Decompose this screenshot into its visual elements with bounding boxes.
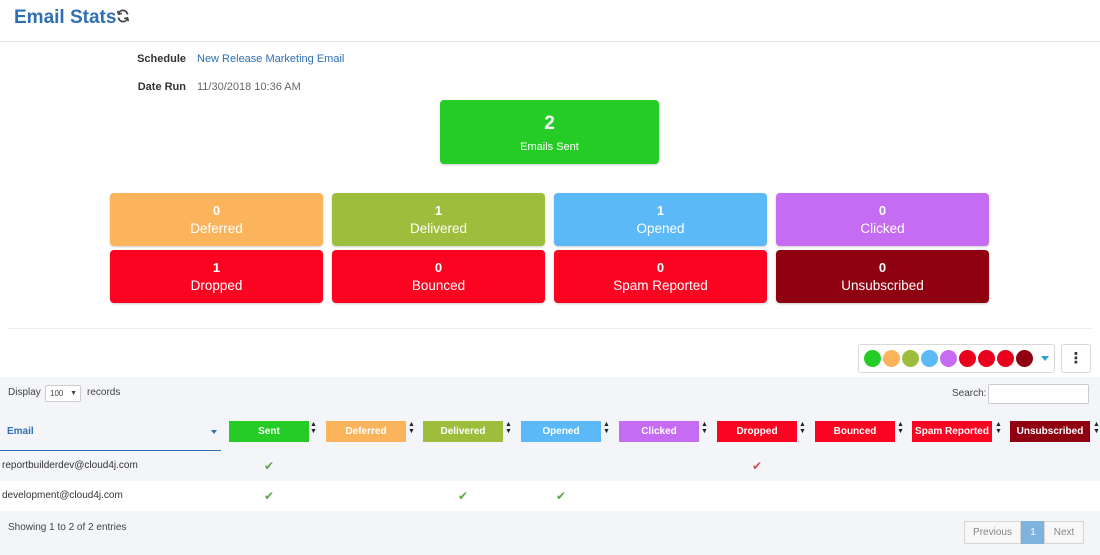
column-header-deferred[interactable]: Deferred: [326, 421, 406, 442]
check-icon: ✔: [555, 489, 567, 503]
column-header-dropped[interactable]: Dropped: [717, 421, 797, 442]
check-icon: ✔: [263, 459, 275, 473]
stat-count: 1: [656, 203, 665, 218]
section-divider: [8, 328, 1092, 329]
sort-icon[interactable]: ▲ ▼: [995, 421, 1002, 435]
emails-sent-count: 2: [544, 113, 555, 134]
stat-card-clicked: 0 Clicked: [776, 193, 989, 246]
schedule-link[interactable]: New Release Marketing Email: [197, 53, 344, 65]
date-run-value: 11/30/2018 10:36 AM: [197, 81, 301, 93]
sort-icon[interactable]: ▲ ▼: [897, 421, 904, 435]
kebab-menu-icon: ⋮: [1068, 350, 1084, 367]
stat-label: Opened: [636, 221, 685, 236]
check-icon: ✔: [457, 489, 469, 503]
column-header-label: Email: [7, 426, 34, 437]
palette-swatch: [864, 350, 881, 367]
stat-card-bounced: 0 Bounced: [332, 250, 545, 303]
page-title: Email Stats: [14, 7, 117, 28]
display-label: Display: [8, 387, 41, 398]
stat-count: 0: [878, 203, 887, 218]
stat-card-unsubscribed: 0 Unsubscribed: [776, 250, 989, 303]
stat-card-delivered: 1 Delivered: [332, 193, 545, 246]
column-header-spam-reported[interactable]: Spam Reported: [912, 421, 992, 442]
previous-page-button[interactable]: Previous: [964, 521, 1021, 544]
column-header-delivered[interactable]: Delivered: [423, 421, 503, 442]
stat-label: Delivered: [409, 221, 468, 236]
sort-icon[interactable]: ▲ ▼: [603, 421, 610, 435]
search-input[interactable]: [988, 384, 1089, 404]
page-1-button[interactable]: 1: [1021, 521, 1045, 544]
refresh-icon[interactable]: [116, 9, 132, 25]
stat-card-deferred: 0 Deferred: [110, 193, 323, 246]
stat-count: 0: [878, 260, 887, 275]
date-run-label: Date Run: [137, 81, 186, 93]
sort-icon[interactable]: ▲ ▼: [408, 421, 415, 435]
sort-icon[interactable]: ▲ ▼: [799, 421, 806, 435]
table-row: reportbuilderdev@cloud4j.com: [0, 451, 1100, 481]
stat-label: Clicked: [860, 221, 905, 236]
table-footer: [0, 512, 1100, 555]
check-icon: ✔: [751, 459, 763, 473]
palette-swatch: [997, 350, 1014, 367]
palette-swatch: [921, 350, 938, 367]
stat-label: Bounced: [411, 278, 466, 293]
column-header-email[interactable]: Email: [0, 412, 221, 452]
palette-swatch: [902, 350, 919, 367]
stat-card-spam-reported: 0 Spam Reported: [554, 250, 767, 303]
stat-count: 0: [212, 203, 221, 218]
stat-count: 0: [656, 260, 665, 275]
stat-label: Dropped: [190, 278, 243, 293]
records-label: records: [87, 387, 121, 398]
sort-desc-icon: [211, 430, 217, 434]
emails-sent-card: 2 Emails Sent: [440, 100, 659, 164]
check-icon: ✔: [263, 489, 275, 503]
sort-icon[interactable]: ▲ ▼: [310, 421, 317, 435]
next-page-button[interactable]: Next: [1044, 521, 1084, 544]
sort-icon[interactable]: ▲ ▼: [701, 421, 708, 435]
color-palette-dropdown[interactable]: [858, 344, 1055, 373]
stat-label: Deferred: [190, 221, 243, 236]
column-header-unsubscribed[interactable]: Unsubscribed: [1010, 421, 1090, 442]
email-cell: reportbuilderdev@cloud4j.com: [2, 460, 138, 471]
sort-icon[interactable]: ▲ ▼: [1093, 421, 1100, 435]
palette-swatch: [978, 350, 995, 367]
column-header-bounced[interactable]: Bounced: [815, 421, 895, 442]
palette-swatch: [883, 350, 900, 367]
column-header-sent[interactable]: Sent: [229, 421, 309, 442]
stat-label: Spam Reported: [613, 278, 708, 293]
stat-card-dropped: 1 Dropped: [110, 250, 323, 303]
email-cell: development@cloud4j.com: [2, 490, 123, 501]
more-options-button[interactable]: ⋮: [1061, 344, 1091, 373]
stat-count: 0: [434, 260, 443, 275]
page-length-select[interactable]: 100 ▼: [45, 385, 81, 402]
schedule-label: Schedule: [137, 53, 186, 65]
palette-swatch: [1016, 350, 1033, 367]
sort-icon[interactable]: ▲ ▼: [505, 421, 512, 435]
column-header-opened[interactable]: Opened: [521, 421, 601, 442]
stat-count: 1: [434, 203, 443, 218]
stat-label: Unsubscribed: [841, 278, 924, 293]
stat-card-opened: 1 Opened: [554, 193, 767, 246]
palette-swatch: [940, 350, 957, 367]
page-header: Email Stats: [0, 0, 1100, 42]
table-info: Showing 1 to 2 of 2 entries: [8, 522, 127, 533]
table-row: development@cloud4j.com: [0, 481, 1100, 511]
chevron-down-icon: [1041, 356, 1049, 361]
emails-sent-label: Emails Sent: [520, 141, 579, 153]
palette-swatch: [959, 350, 976, 367]
stat-count: 1: [212, 260, 221, 275]
column-header-clicked[interactable]: Clicked: [619, 421, 699, 442]
search-label: Search:: [952, 388, 987, 399]
page-length-value: 100: [50, 389, 64, 398]
caret-down-icon: ▼: [70, 390, 77, 397]
